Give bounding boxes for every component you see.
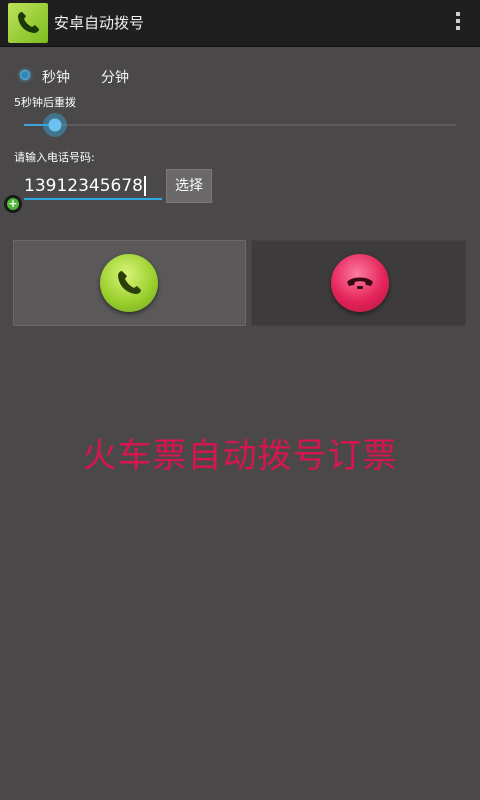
call-button[interactable] — [13, 240, 246, 326]
overflow-menu-icon[interactable] — [454, 12, 462, 34]
unit-radio-group: 秒钟 分钟 — [16, 64, 316, 88]
banner-text: 火车票自动拨号订票 — [82, 436, 398, 476]
radio-label-seconds[interactable]: 秒钟 — [42, 67, 70, 87]
hangup-button[interactable] — [251, 240, 466, 326]
redial-label: 5秒钟后重拨 — [14, 96, 76, 109]
app-screen: 安卓自动拨号 秒钟 分钟 5秒钟后重拨 请输入电话号码: 13912345678… — [0, 0, 480, 800]
slider-thumb[interactable] — [43, 113, 67, 137]
radio-label-minutes[interactable]: 分钟 — [101, 67, 129, 87]
plus-icon[interactable]: + — [4, 195, 22, 213]
phone-input[interactable]: 13912345678 — [24, 170, 162, 200]
action-bar: 安卓自动拨号 — [0, 0, 480, 47]
phone-hangup-icon — [331, 254, 389, 312]
input-underline — [24, 198, 162, 200]
app-title: 安卓自动拨号 — [54, 14, 145, 32]
radio-seconds-selected-icon[interactable] — [20, 70, 30, 80]
phone-input-value[interactable]: 13912345678 — [24, 176, 143, 196]
phone-call-icon — [100, 254, 158, 312]
text-caret — [144, 176, 146, 196]
redial-slider[interactable] — [24, 113, 456, 137]
phone-label: 请输入电话号码: — [14, 151, 95, 164]
slider-track — [24, 124, 456, 126]
phone-icon[interactable] — [8, 3, 48, 43]
radio-minutes-icon[interactable] — [82, 70, 94, 82]
select-contact-button[interactable]: 选择 — [166, 169, 212, 203]
